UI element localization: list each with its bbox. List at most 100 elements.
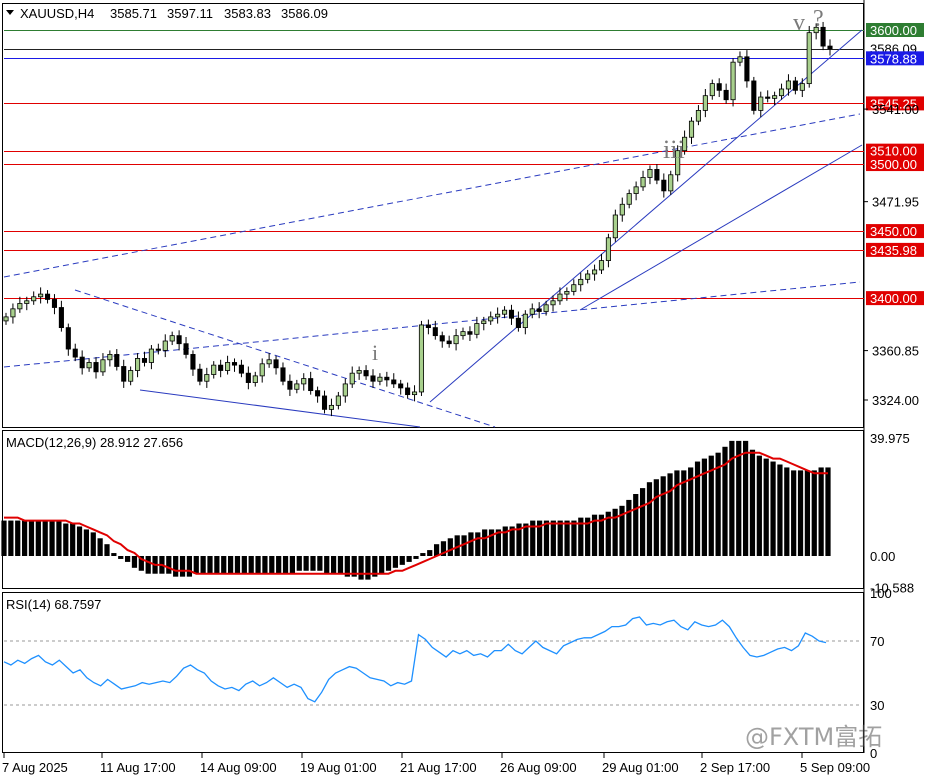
candle-body [640,177,646,188]
macd-bar [227,556,234,574]
candle-body [384,376,390,381]
macd-bar [104,544,110,556]
time-axis-label: 2 Sep 17:00 [700,760,770,775]
candle-body [44,293,51,300]
macd-bar [365,556,371,580]
candle-body [799,83,805,91]
macd-bar [571,520,577,556]
candle-body [328,404,334,410]
candle-body [38,293,44,298]
candle-body [605,237,611,261]
candle-body [335,395,341,406]
ohlc-low: 3583.83 [224,6,271,21]
macd-bar [468,532,474,556]
candle-body [702,95,708,111]
candle-body [730,61,736,101]
macd-value: 28.912 [100,435,140,450]
candle-body [197,368,203,382]
macd-bar [385,556,392,571]
macd-bar [557,520,563,556]
macd-bar [392,556,399,568]
macd-bar [633,494,639,556]
candle-body [107,354,113,361]
candle-body [585,273,591,280]
macd-bar [667,473,673,556]
candle-body [661,179,667,192]
macd-bar [124,556,131,562]
macd-bar [90,532,96,556]
fxtm-logo-text: @FXTM富拓 [745,723,882,751]
trading-chart[interactable]: 3600.003586.093578.883545.253510.003500.… [0,0,936,780]
macd-bar [234,556,241,574]
candle-body [24,300,30,304]
candle-body [65,327,71,350]
candle-body [695,110,701,122]
macd-title: MACD(12,26,9) 28.912 27.656 [6,435,183,450]
candle-body [411,391,418,396]
price-tag-3600.00: 3600.00 [870,23,917,38]
candle-body [280,367,286,382]
candle-body [619,203,625,216]
candle-body [128,370,134,382]
macd-bar [674,470,680,556]
price-axis-label: 3324.00 [872,393,919,408]
symbol-label: XAUUSD,H4 [20,6,94,21]
macd-bar [564,520,570,556]
price-axis-label: 3471.95 [872,195,919,210]
macd-bar [777,464,783,556]
candle-body [377,376,383,382]
candle-body [31,296,37,302]
macd-bar [207,556,213,574]
candle-body [301,378,307,385]
rsi-value: 68.7597 [54,597,101,612]
candle-body [502,309,508,315]
macd-bar [324,556,330,574]
ohlc-open: 3585.71 [110,6,157,21]
macd-bar [248,556,254,574]
candle-body [647,169,653,178]
ohlc-high: 3597.11 [167,6,213,21]
macd-bar [543,520,550,556]
candle-body [321,395,328,410]
candle-body [169,335,175,342]
candle-body [668,174,674,192]
candle-body [114,354,120,367]
candle-body [363,370,369,377]
candle-body [772,95,778,99]
macd-bar [818,467,824,556]
candle-body [93,362,99,373]
rsi-axis-label: 70 [870,634,884,649]
candle-body [162,340,168,351]
candle-body [148,348,154,363]
candle-body [141,358,148,363]
candle-body [467,331,473,335]
candle-body [3,316,9,322]
macd-bar [255,556,261,574]
macd-bar [200,556,206,574]
candle-body [259,363,265,377]
macd-bar [639,488,646,556]
macd-bar [427,550,433,556]
candle-body [432,327,438,337]
macd-bar [289,556,296,574]
candle-body [58,307,64,329]
candle-body [481,320,487,324]
candle-body [515,317,521,329]
macd-bar [118,556,124,559]
candle-body [266,359,272,365]
macd-bar [310,556,316,571]
macd-bar [296,556,302,571]
candle-body [245,372,251,383]
candle-body [370,375,376,382]
macd-bar [749,449,756,556]
price-tag-3400.00: 3400.00 [870,291,917,306]
macd-bar [330,556,337,574]
candle-body [51,299,58,308]
candle-body [598,260,605,271]
candle-body [737,56,743,63]
macd-axis-label: 39.975 [870,431,910,446]
candle-body [508,309,515,319]
macd-bar [131,556,138,568]
macd-bar [8,520,14,556]
candle-body [654,169,660,181]
